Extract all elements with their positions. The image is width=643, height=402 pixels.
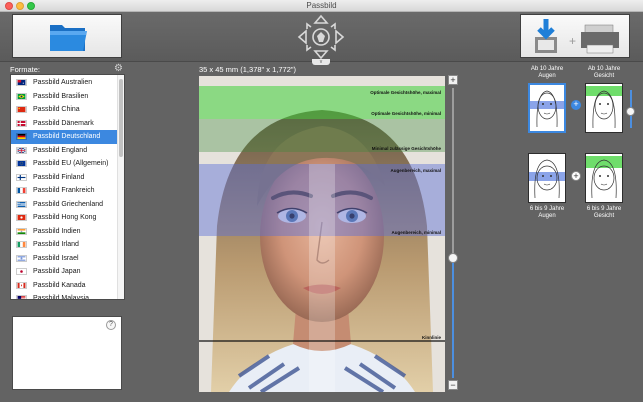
window-title: Passbild xyxy=(306,1,337,10)
france-flag-icon xyxy=(16,187,27,194)
nav-collapse-tab[interactable]: v xyxy=(312,59,330,65)
australia-flag-icon xyxy=(16,79,27,86)
list-item[interactable]: Passbild Indien xyxy=(11,225,119,239)
format-list[interactable]: Passbild Australien Passbild Brasilien P… xyxy=(10,74,125,300)
zoom-slider-track-upper[interactable] xyxy=(452,88,454,257)
preset-combine-icon: + xyxy=(571,100,581,110)
list-item[interactable]: Passbild Irland xyxy=(11,238,119,252)
india-flag-icon xyxy=(16,227,27,235)
guide-eye-max: Augenbereich, maximal xyxy=(390,168,441,173)
finland-flag-icon xyxy=(16,173,27,181)
list-item[interactable]: Passbild Frankreich xyxy=(11,184,119,198)
help-button[interactable]: ? xyxy=(106,320,116,330)
info-box: ? xyxy=(12,316,122,390)
svg-text:+: + xyxy=(569,34,576,48)
zoom-slider-knob[interactable] xyxy=(448,253,458,263)
canada-flag-icon xyxy=(16,281,27,289)
preset-6-9-face[interactable] xyxy=(585,153,623,203)
guide-face-min: Optimale Gesichtshöhe, minimal xyxy=(371,111,441,116)
preset-10-face[interactable] xyxy=(585,83,623,133)
list-item[interactable]: Passbild Griechenland xyxy=(11,198,119,212)
dimension-label: 35 x 45 mm (1,378" x 1,772") xyxy=(199,65,297,74)
save-print-icon: + xyxy=(535,19,619,54)
face-photo: Optimale Gesichtshöhe, maximal Optimale … xyxy=(199,76,445,392)
preset-label-6-9-eyes: 6 bis 9 Jahre Augen xyxy=(529,206,565,219)
move-direction-pad[interactable] xyxy=(297,14,345,60)
face-outline-icon xyxy=(530,90,564,128)
guide-face-max: Optimale Gesichtshöhe, maximal xyxy=(370,90,441,95)
rotate-icon xyxy=(317,32,325,42)
list-item[interactable]: Passbild EU (Allgemein) xyxy=(11,157,119,171)
list-item[interactable]: Passbild Brasilien xyxy=(11,90,119,104)
list-item[interactable]: Passbild Finland xyxy=(11,171,119,185)
list-item[interactable]: Passbild Dänemark xyxy=(11,117,119,131)
print-export-button[interactable]: + xyxy=(520,14,630,58)
toolbar: v + xyxy=(0,12,643,65)
guide-face-min-allowed: Minimal zulässige Gesichtshöhe xyxy=(372,146,442,151)
list-item[interactable]: Passbild Malaysia xyxy=(11,292,119,299)
arrow-down-icon xyxy=(313,50,329,60)
arrow-left-icon xyxy=(297,29,307,45)
israel-flag-icon xyxy=(16,254,27,262)
list-item[interactable]: Passbild Japan xyxy=(11,265,119,279)
passport-photo-preview[interactable]: Optimale Gesichtshöhe, maximal Optimale … xyxy=(199,76,445,392)
preset-label-6-9-face: 6 bis 9 Jahre Gesicht xyxy=(586,206,622,219)
preset-label-10-eyes: Ab 10 Jahre Augen xyxy=(530,66,564,79)
hongkong-flag-icon xyxy=(16,214,27,221)
app-window: Passbild v + Formate: ⚙ Passbild Austral… xyxy=(0,0,643,402)
malaysia-flag-icon xyxy=(16,295,27,299)
brazil-flag-icon xyxy=(16,92,27,100)
preset-10-eyes[interactable] xyxy=(528,83,566,133)
zoom-out-button[interactable]: − xyxy=(448,380,458,390)
denmark-flag-icon xyxy=(16,119,27,127)
gear-icon[interactable]: ⚙ xyxy=(114,64,123,74)
guide-chin: Kinnlinie xyxy=(422,335,441,340)
germany-flag-icon xyxy=(16,133,27,140)
face-outline-icon xyxy=(586,86,622,129)
greece-flag-icon xyxy=(16,200,27,208)
formats-label: Formate: xyxy=(10,65,41,74)
china-flag-icon xyxy=(16,106,27,113)
arrow-up-icon xyxy=(313,14,329,24)
zoom-in-button[interactable]: + xyxy=(448,75,458,85)
arrow-right-icon xyxy=(335,29,345,45)
preset-combine-icon: + xyxy=(571,171,581,181)
title-bar: Passbild xyxy=(0,0,643,12)
uk-flag-icon xyxy=(16,146,27,154)
list-scrollbar[interactable] xyxy=(117,75,124,299)
list-item-selected[interactable]: Passbild Deutschland xyxy=(11,130,119,144)
child-face-outline-icon xyxy=(529,159,565,199)
open-folder-button[interactable] xyxy=(12,14,122,58)
child-face-outline-icon xyxy=(586,156,622,199)
eu-flag-icon xyxy=(16,160,27,167)
list-item[interactable]: Passbild Kanada xyxy=(11,279,119,293)
folder-icon xyxy=(50,25,87,51)
preset-6-9-eyes[interactable] xyxy=(528,153,566,203)
list-item[interactable]: Passbild Hong Kong xyxy=(11,211,119,225)
list-item[interactable]: Passbild China xyxy=(11,103,119,117)
scrollbar-thumb[interactable] xyxy=(119,79,123,157)
preset-label-10-face: Ab 10 Jahre Gesicht xyxy=(587,66,621,79)
ireland-flag-icon xyxy=(16,241,27,248)
list-item[interactable]: Passbild England xyxy=(11,144,119,158)
preset-slider-knob[interactable] xyxy=(626,107,635,116)
japan-flag-icon xyxy=(16,268,27,275)
list-item[interactable]: Passbild Israel xyxy=(11,252,119,266)
list-item[interactable]: Passbild Australien xyxy=(11,76,119,90)
guide-eye-min: Augenbereich, minimal xyxy=(391,230,441,235)
center-guide-column xyxy=(309,164,335,392)
